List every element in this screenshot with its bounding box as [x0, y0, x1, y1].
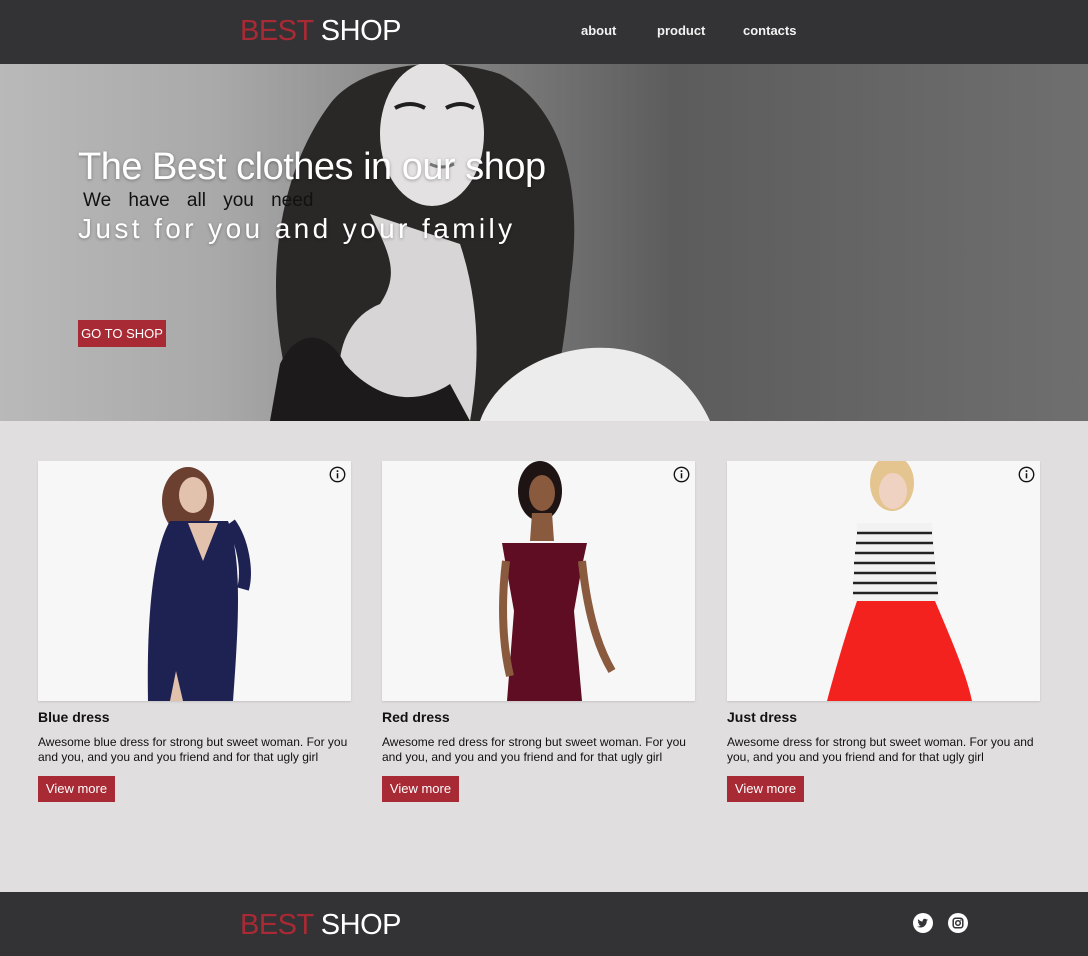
nav-link-about[interactable]: about	[581, 23, 616, 38]
go-to-shop-button[interactable]: GO TO SHOP	[78, 320, 166, 347]
brand-logo[interactable]: BEST SHOP	[240, 14, 401, 48]
hero-tagline: Just for you and your family	[78, 213, 516, 244]
footer-logo-shop: SHOP	[320, 909, 402, 941]
nav-link-contacts[interactable]: contacts	[743, 23, 796, 38]
product-description: Awesome dress for strong but sweet woman…	[727, 735, 1034, 764]
nav-link-product[interactable]: product	[657, 23, 705, 38]
footer-logo-best: BEST	[240, 909, 314, 941]
blue-dress-photo	[147, 467, 251, 701]
footer-brand-logo[interactable]: BEST SHOP	[240, 908, 401, 942]
info-icon[interactable]	[673, 466, 690, 483]
brand-logo-shop: SHOP	[320, 15, 402, 47]
product-description: Awesome red dress for strong but sweet w…	[382, 735, 686, 764]
product-title: Blue dress	[38, 709, 110, 725]
brand-logo-best: BEST	[240, 15, 314, 47]
hero-subtitle: We have all you need	[83, 190, 314, 211]
product-title: Just dress	[727, 709, 798, 725]
product-title: Red dress	[382, 709, 450, 725]
view-more-button[interactable]: View more	[382, 776, 459, 802]
product-description: Awesome blue dress for strong but sweet …	[38, 735, 348, 764]
red-dress-photo	[499, 461, 616, 701]
product-image[interactable]	[382, 461, 695, 701]
twitter-icon[interactable]	[913, 913, 933, 933]
hero-banner: The Best clothes in our shop We have all…	[0, 64, 1088, 421]
view-more-button[interactable]: View more	[38, 776, 115, 802]
info-icon[interactable]	[329, 466, 346, 483]
just-dress-photo	[827, 461, 972, 701]
view-more-button[interactable]: View more	[727, 776, 804, 802]
info-icon[interactable]	[1018, 466, 1035, 483]
product-image[interactable]	[727, 461, 1040, 701]
hero-title: The Best clothes in our shop	[78, 146, 546, 188]
product-image[interactable]	[38, 461, 351, 701]
instagram-icon[interactable]	[948, 913, 968, 933]
top-navbar: BEST SHOP about product contacts	[0, 0, 1088, 64]
